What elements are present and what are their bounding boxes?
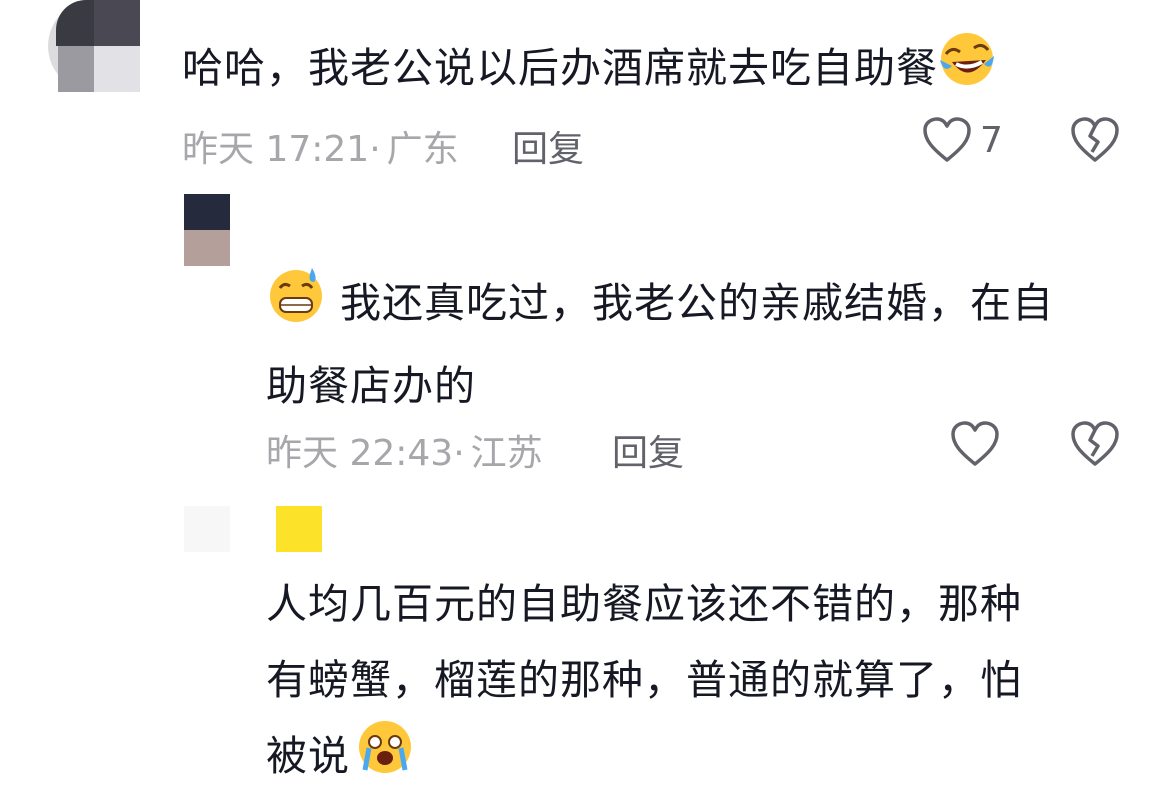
heart-outline-icon[interactable]: [922, 116, 972, 164]
user-badge: [276, 506, 322, 552]
comment-2-text: 我还真吃过，我老公的亲戚结婚，在自 助餐店办的: [266, 264, 1146, 424]
comment-1-location: 广东: [386, 129, 459, 170]
comment-3-line-3: 被说: [266, 732, 350, 780]
comment-2-reply-button[interactable]: 回复: [612, 424, 684, 476]
comment-2-meta: 昨天 22:43· 江苏: [266, 424, 543, 476]
broken-heart-icon[interactable]: [1070, 420, 1120, 468]
meta-sep: ·: [369, 129, 381, 170]
crying-emoji: [356, 718, 414, 800]
comment-2-location: 江苏: [470, 433, 543, 474]
comment-1-body: 哈哈，我老公说以后办酒席就去吃自助餐: [182, 44, 938, 92]
avatar-1[interactable]: [48, 0, 140, 92]
avatar-3[interactable]: [184, 506, 230, 552]
comment-3-text: 人均几百元的自助餐应该还不错的，那种 有螃蟹，榴莲的那种，普通的就算了，怕 被说: [266, 566, 1146, 800]
comment-2-line-2: 助餐店办的: [266, 362, 476, 410]
avatar-2[interactable]: [184, 194, 230, 266]
heart-outline-icon[interactable]: [950, 420, 1000, 468]
comment-1-meta: 昨天 17:21· 广东: [182, 120, 459, 172]
comment-3-line-2: 有螃蟹，榴莲的那种，普通的就算了，怕: [266, 656, 1022, 704]
comment-1-time: 昨天 17:21: [182, 129, 370, 170]
comment-1-text: 哈哈，我老公说以后办酒席就去吃自助餐: [182, 30, 996, 112]
comment-3-line-1: 人均几百元的自助餐应该还不错的，那种: [266, 580, 1022, 628]
comment-1-reply-button[interactable]: 回复: [512, 120, 584, 172]
comment-2-time: 昨天 22:43: [266, 433, 454, 474]
meta-sep: ·: [453, 433, 465, 474]
comment-2-line-1: 我还真吃过，我老公的亲戚结婚，在自: [340, 279, 1054, 327]
laughing-tears-emoji: [938, 30, 996, 112]
comment-1-like-count: 7: [980, 120, 1003, 161]
sweat-grin-emoji: [266, 264, 326, 348]
broken-heart-icon[interactable]: [1070, 116, 1120, 164]
